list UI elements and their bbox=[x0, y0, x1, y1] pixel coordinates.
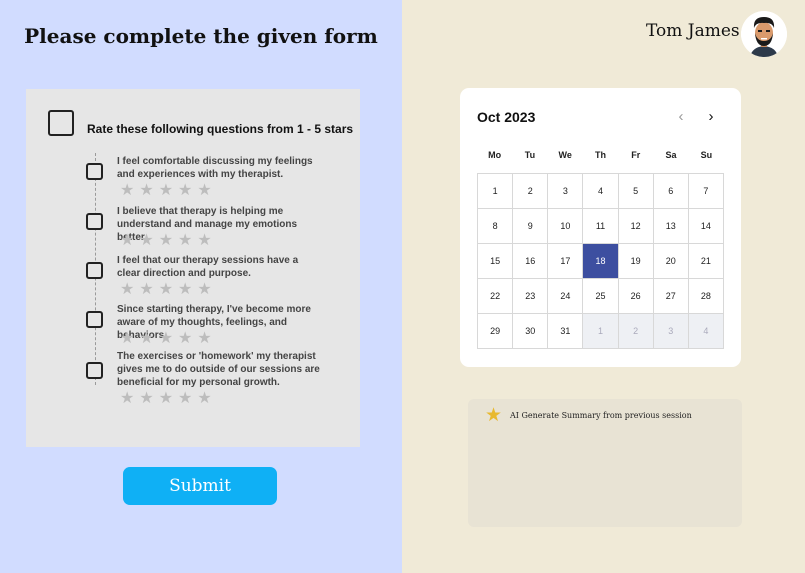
weekday-label: We bbox=[558, 150, 572, 160]
calendar-day[interactable]: 31 bbox=[548, 314, 584, 349]
star-icon[interactable]: ★ bbox=[159, 282, 173, 298]
weekday-label: Sa bbox=[665, 150, 677, 160]
star-icon[interactable]: ★ bbox=[159, 331, 173, 347]
calendar-day[interactable]: 24 bbox=[548, 279, 584, 314]
question-text: I feel that our therapy sessions have a … bbox=[117, 255, 299, 279]
star-icon[interactable]: ★ bbox=[120, 331, 134, 347]
calendar-day[interactable]: 25 bbox=[583, 279, 619, 314]
star-icon[interactable]: ★ bbox=[120, 233, 134, 249]
calendar-day[interactable]: 10 bbox=[548, 209, 584, 244]
page-title: Please complete the given form bbox=[24, 24, 378, 48]
star-icon[interactable]: ★ bbox=[178, 391, 192, 407]
star-icon[interactable]: ★ bbox=[159, 391, 173, 407]
weekday-label: Fr bbox=[631, 150, 641, 160]
calendar-day[interactable]: 2 bbox=[513, 174, 549, 209]
calendar-day[interactable]: 11 bbox=[583, 209, 619, 244]
star-icon[interactable]: ★ bbox=[120, 282, 134, 298]
calendar-day[interactable]: 17 bbox=[548, 244, 584, 279]
avatar[interactable] bbox=[741, 11, 787, 57]
weekday-label: Su bbox=[700, 150, 713, 160]
calendar-day[interactable]: 22 bbox=[478, 279, 514, 314]
form-heading: Rate these following questions from 1 - … bbox=[87, 122, 354, 136]
star-icon[interactable]: ★ bbox=[120, 391, 134, 407]
calendar-day[interactable]: 26 bbox=[618, 279, 654, 314]
star-icon[interactable]: ★ bbox=[178, 183, 192, 199]
calendar-day-selected[interactable]: 18 bbox=[583, 244, 619, 279]
calendar-day[interactable]: 13 bbox=[653, 209, 689, 244]
calendar-weekday-header: Mo Tu We Th Fr Sa Su bbox=[477, 150, 724, 160]
star-rating: ★ ★ ★ ★ ★ bbox=[120, 282, 212, 298]
calendar-day[interactable]: 27 bbox=[653, 279, 689, 314]
weekday-label: Th bbox=[594, 150, 606, 160]
calendar-day[interactable]: 20 bbox=[653, 244, 689, 279]
calendar-day[interactable]: 5 bbox=[618, 174, 654, 209]
star-icon[interactable]: ★ bbox=[159, 183, 173, 199]
calendar-day[interactable]: 16 bbox=[513, 244, 549, 279]
star-icon[interactable]: ★ bbox=[178, 233, 192, 249]
star-icon[interactable]: ★ bbox=[139, 331, 153, 347]
question-checkbox[interactable] bbox=[86, 163, 103, 180]
calendar-day[interactable]: 2 bbox=[618, 314, 654, 349]
star-icon[interactable]: ★ bbox=[197, 391, 211, 407]
star-rating: ★ ★ ★ ★ ★ bbox=[120, 331, 212, 347]
star-rating: ★ ★ ★ ★ ★ bbox=[120, 233, 212, 249]
chevron-right-icon[interactable]: › bbox=[704, 108, 718, 126]
question-checkbox[interactable] bbox=[86, 213, 103, 230]
star-icon[interactable]: ★ bbox=[197, 282, 211, 298]
calendar-day[interactable]: 1 bbox=[478, 174, 514, 209]
calendar-day[interactable]: 29 bbox=[478, 314, 514, 349]
star-icon[interactable]: ★ bbox=[197, 331, 211, 347]
calendar-month-label: Oct 2023 bbox=[477, 109, 536, 125]
question-text: I feel comfortable discussing my feeling… bbox=[117, 156, 313, 180]
calendar-day[interactable]: 19 bbox=[618, 244, 654, 279]
calendar-day[interactable]: 12 bbox=[618, 209, 654, 244]
star-icon[interactable]: ★ bbox=[139, 233, 153, 249]
question-checkbox[interactable] bbox=[86, 311, 103, 328]
calendar-day[interactable]: 4 bbox=[688, 314, 724, 349]
question-text: The exercises or 'homework' my therapist… bbox=[117, 351, 320, 388]
user-name: Tom James bbox=[646, 21, 740, 41]
star-icon[interactable]: ★ bbox=[178, 331, 192, 347]
calendar-day[interactable]: 1 bbox=[583, 314, 619, 349]
weekday-label: Tu bbox=[524, 150, 536, 160]
submit-button[interactable]: Submit bbox=[123, 467, 277, 505]
star-icon[interactable]: ★ bbox=[159, 233, 173, 249]
calendar-day[interactable]: 3 bbox=[653, 314, 689, 349]
calendar: Oct 2023 ‹ › Mo Tu We Th Fr Sa Su 123456… bbox=[460, 88, 741, 367]
calendar-day[interactable]: 7 bbox=[688, 174, 724, 209]
star-icon[interactable]: ★ bbox=[178, 282, 192, 298]
chevron-left-icon[interactable]: ‹ bbox=[674, 108, 688, 126]
calendar-day[interactable]: 6 bbox=[653, 174, 689, 209]
ai-summary-label: AI Generate Summary from previous sessio… bbox=[510, 411, 692, 420]
star-icon[interactable]: ★ bbox=[197, 183, 211, 199]
calendar-day[interactable]: 28 bbox=[688, 279, 724, 314]
star-icon[interactable]: ★ bbox=[139, 391, 153, 407]
calendar-day[interactable]: 9 bbox=[513, 209, 549, 244]
star-icon[interactable]: ★ bbox=[139, 183, 153, 199]
form-pane: Please complete the given form Rate thes… bbox=[0, 0, 402, 573]
weekday-label: Mo bbox=[488, 150, 502, 160]
calendar-day[interactable]: 30 bbox=[513, 314, 549, 349]
star-icon[interactable]: ★ bbox=[139, 282, 153, 298]
avatar-illustration-icon bbox=[741, 11, 787, 57]
calendar-day[interactable]: 14 bbox=[688, 209, 724, 244]
ai-summary-card[interactable]: ★ AI Generate Summary from previous sess… bbox=[468, 399, 742, 527]
calendar-day-grid: 1 2 3 4 5 6 7 8 9 10 11 12 13 14 15 16 17 18 19 20 21 22 23 24 2… bbox=[477, 173, 724, 349]
star-rating: ★ ★ ★ ★ ★ bbox=[120, 391, 212, 407]
star-icon[interactable]: ★ bbox=[120, 183, 134, 199]
star-rating: ★ ★ ★ ★ ★ bbox=[120, 183, 212, 199]
question-checkbox[interactable] bbox=[86, 362, 103, 379]
calendar-day[interactable]: 15 bbox=[478, 244, 514, 279]
select-all-checkbox[interactable] bbox=[48, 110, 74, 136]
calendar-day[interactable]: 23 bbox=[513, 279, 549, 314]
calendar-day[interactable]: 3 bbox=[548, 174, 584, 209]
star-icon[interactable]: ★ bbox=[197, 233, 211, 249]
calendar-day[interactable]: 21 bbox=[688, 244, 724, 279]
rating-form-card: Rate these following questions from 1 - … bbox=[26, 89, 360, 447]
question-checkbox[interactable] bbox=[86, 262, 103, 279]
calendar-day[interactable]: 4 bbox=[583, 174, 619, 209]
calendar-day[interactable]: 8 bbox=[478, 209, 514, 244]
star-icon: ★ bbox=[485, 405, 503, 426]
